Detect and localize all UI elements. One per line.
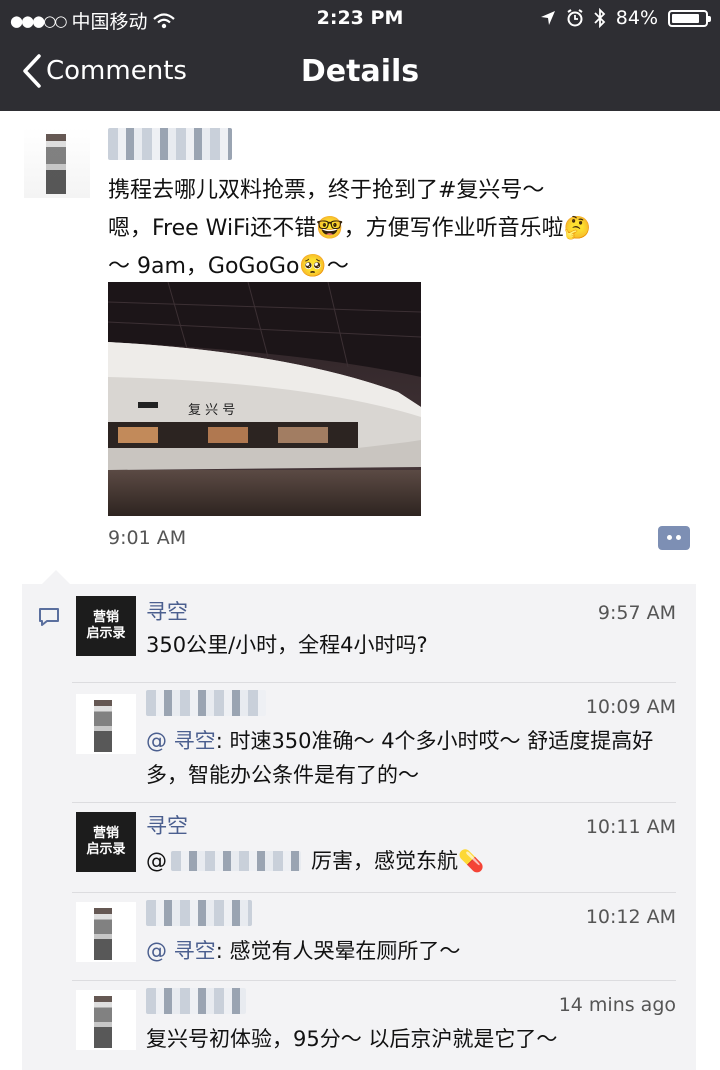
comment-item[interactable]: 10:12 AM @ 寻空: 感觉有人哭晕在厕所了～ — [72, 892, 676, 980]
page-title: Details — [300, 54, 420, 89]
bluetooth-icon — [594, 8, 606, 28]
mention-link[interactable]: @ 寻空 — [146, 939, 216, 963]
commenter-name-redacted[interactable] — [146, 988, 246, 1014]
comment-text: @ 厉害，感觉东航💊 — [146, 849, 485, 873]
navigation-bar: Comments Details — [0, 36, 720, 111]
commenter-name[interactable]: 寻空 — [146, 596, 188, 626]
commenter-avatar[interactable]: 营销 启示录 — [76, 596, 136, 656]
post-timestamp: 9:01 AM — [108, 527, 187, 549]
comment-item[interactable]: 营销 启示录 寻空 9:57 AM 350公里/小时，全程4小时吗? — [72, 596, 676, 680]
comment-time: 14 mins ago — [558, 994, 676, 1016]
divider — [72, 682, 676, 683]
location-arrow-icon — [540, 11, 555, 25]
status-bar: ●●●○○ 中国移动 2:23 PM 84% — [0, 0, 720, 36]
divider — [72, 980, 676, 981]
post-photo[interactable]: 复 兴 号 — [108, 282, 421, 516]
divider — [72, 802, 676, 803]
alarm-clock-icon — [567, 9, 583, 27]
mention-link[interactable]: @ 寻空 — [146, 729, 216, 753]
commenter-avatar[interactable]: 营销 启示录 — [76, 812, 136, 872]
battery-icon — [668, 9, 711, 27]
comment-time: 10:12 AM — [585, 906, 676, 928]
comment-text: @ 寻空: 感觉有人哭晕在厕所了～ — [146, 939, 461, 963]
author-name-redacted[interactable] — [108, 128, 232, 160]
comment-item[interactable]: 14 mins ago 复兴号初体验，95分～ 以后京沪就是它了～ — [72, 980, 676, 1068]
commenter-avatar[interactable] — [76, 990, 136, 1050]
comment-time: 10:09 AM — [585, 696, 676, 718]
comment-time: 10:11 AM — [585, 816, 676, 838]
battery-percent: 84% — [615, 7, 658, 29]
commenter-name-redacted[interactable] — [146, 690, 266, 716]
comment-item[interactable]: 营销 启示录 寻空 10:11 AM @ 厉害，感觉东航💊 — [72, 802, 676, 890]
comment-bubble-icon — [39, 608, 59, 626]
comment-text: 350公里/小时，全程4小时吗? — [146, 633, 428, 657]
comments-panel: 营销 启示录 寻空 9:57 AM 350公里/小时，全程4小时吗? 10:09… — [22, 570, 696, 1070]
author-avatar[interactable] — [24, 128, 90, 198]
comment-item[interactable]: 10:09 AM @ 寻空: 时速350准确～ 4个多小时哎～ 舒适度提高好多，… — [72, 682, 676, 800]
comment-action-button[interactable] — [658, 526, 690, 550]
train-photo: 复 兴 号 — [108, 282, 421, 516]
comment-text: 复兴号初体验，95分～ 以后京沪就是它了～ — [146, 1027, 558, 1051]
comment-text: @ 寻空: 时速350准确～ 4个多小时哎～ 舒适度提高好多，智能办公条件是有了… — [146, 729, 654, 787]
commenter-name-redacted[interactable] — [146, 900, 252, 926]
comment-time: 9:57 AM — [597, 602, 676, 624]
commenter-avatar[interactable] — [76, 902, 136, 962]
mention-at: @ — [146, 849, 167, 873]
commenter-name[interactable]: 寻空 — [146, 810, 188, 840]
post-text: 携程去哪儿双料抢票，终于抢到了#复兴号～ 嗯，Free WiFi还不错🤓，方便写… — [108, 178, 592, 279]
train-sign-text: 复 兴 号 — [188, 403, 235, 418]
commenter-avatar[interactable] — [76, 694, 136, 754]
mention-name-redacted[interactable] — [171, 851, 301, 871]
divider — [72, 892, 676, 893]
